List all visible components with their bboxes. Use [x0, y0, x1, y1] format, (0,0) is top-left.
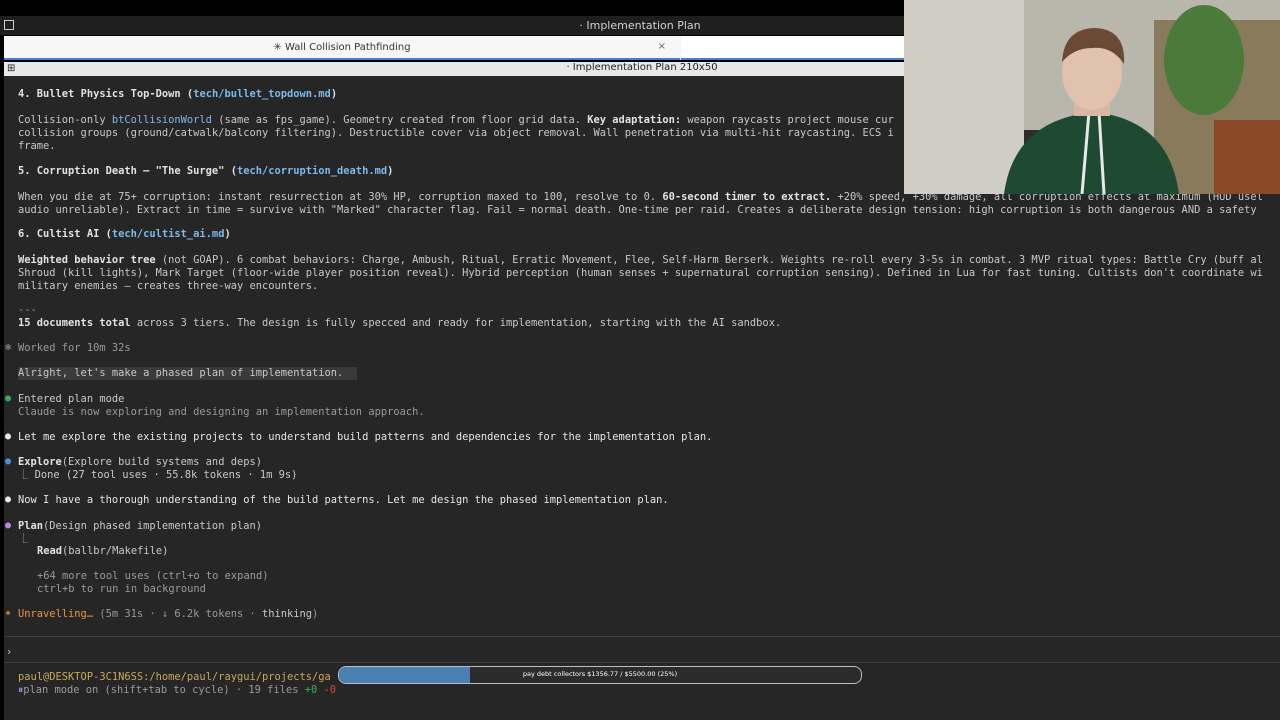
bullet-white-icon: ●	[5, 494, 12, 505]
doc-link[interactable]: tech/cultist_ai.md	[112, 228, 225, 240]
tree-branch-icon: ⎿	[18, 533, 29, 545]
doc-paragraph-4-line-2: collision groups (ground/catwalk/balcony…	[18, 127, 894, 139]
background-hint: ctrl+b to run in background	[37, 583, 206, 595]
doc-rule: ---	[18, 304, 37, 316]
explore-tool-call: Explore(Explore build systems and deps)	[18, 456, 262, 468]
bullet-green-icon: ●	[5, 393, 12, 404]
plan-mode-entered: Entered plan mode	[18, 393, 125, 405]
progress-label: pay debt collectors $1356.77 / $5500.00 …	[522, 670, 678, 678]
plan-tool-call: Plan(Design phased implementation plan)	[18, 520, 262, 532]
asterisk-icon: ✻	[5, 342, 12, 353]
bullet-blue-icon: ●	[5, 456, 12, 467]
doc-link[interactable]: tech/corruption_death.md	[237, 165, 387, 177]
doc-summary: 15 documents total across 3 tiers. The d…	[18, 317, 782, 329]
doc-paragraph-4-line-3: frame.	[18, 140, 56, 152]
tab-wall-collision[interactable]: ✳ Wall Collision Pathfinding ×	[4, 36, 680, 60]
more-tool-uses[interactable]: +64 more tool uses (ctrl+o to expand)	[37, 570, 268, 583]
footer-path: paul@DESKTOP-3C1N6SS:/home/paul/raygui/p…	[18, 671, 331, 683]
read-tool-call: Read(ballbr/Makefile)	[37, 545, 169, 557]
plan-mode-description: Claude is now exploring and designing an…	[18, 406, 425, 418]
doc-link[interactable]: tech/bullet_topdown.md	[193, 88, 331, 100]
explore-tool-result: ⎿ Done (27 tool uses · 55.8k tokens · 1m…	[18, 469, 298, 481]
doc-heading-5: 5. Corruption Death — "The Surge" (tech/…	[18, 165, 394, 177]
quest-progress-bar: pay debt collectors $1356.77 / $5500.00 …	[338, 666, 862, 684]
bullet-purple-icon: ●	[5, 520, 12, 531]
footer-status: ⏸plan mode on (shift+tab to cycle) · 19 …	[18, 684, 337, 696]
tab-label: ✳ Wall Collision Pathfinding	[273, 42, 411, 53]
prompt-divider-bottom	[4, 662, 1280, 663]
webcam-image	[904, 0, 1280, 194]
user-message: Alright, let's make a phased plan of imp…	[18, 367, 358, 380]
close-icon[interactable]: ×	[658, 41, 666, 52]
doc-paragraph-6-line-1: Weighted behavior tree (not GOAP). 6 com…	[18, 254, 1263, 266]
doc-heading-6: 6. Cultist AI (tech/cultist_ai.md)	[18, 228, 231, 240]
bullet-white-icon: ●	[5, 431, 12, 442]
doc-paragraph-6-line-2: Shroud (kill lights), Mark Target (floor…	[18, 267, 1263, 279]
doc-paragraph-4-line-1: Collision-only btCollisionWorld (same as…	[18, 114, 894, 126]
status-line: Unravelling… (5m 31s · ↓ 6.2k tokens · t…	[18, 608, 319, 620]
assistant-message-understand: Now I have a thorough understanding of t…	[18, 494, 669, 506]
prompt-caret[interactable]: ›	[6, 646, 12, 659]
doc-heading-4: 4. Bullet Physics Top-Down (tech/bullet_…	[18, 88, 338, 100]
webcam-overlay	[904, 0, 1280, 194]
doc-paragraph-6-line-3: military enemies — creates three-way enc…	[18, 280, 319, 292]
tree-branch-icon: ⎿	[18, 469, 35, 481]
doc-paragraph-5-line-2: audio unreliable). Extract in time = sur…	[18, 204, 1257, 216]
assistant-message-explore: Let me explore the existing projects to …	[18, 431, 713, 443]
prompt-divider-top	[4, 636, 1280, 637]
spinner-icon: ✶	[5, 608, 12, 619]
worked-duration: Worked for 10m 32s	[18, 342, 131, 354]
